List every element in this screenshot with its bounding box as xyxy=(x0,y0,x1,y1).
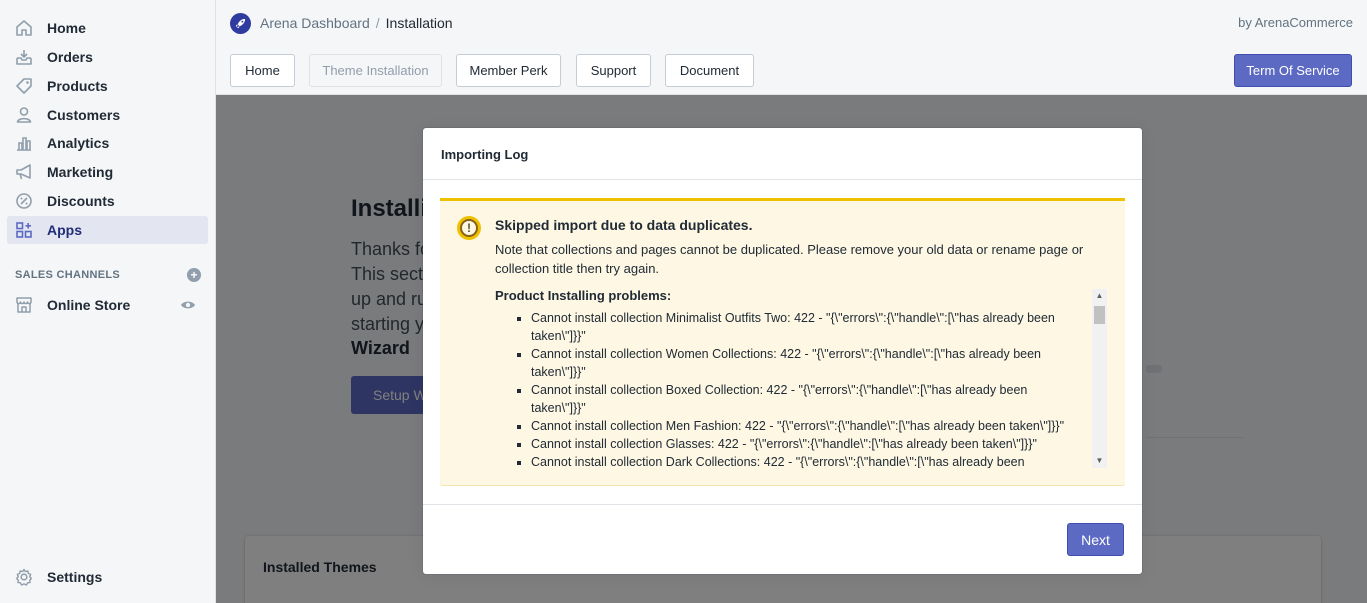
list-item: Cannot install collection Boxed Collecti… xyxy=(531,381,1065,417)
sidebar-item-label: Discounts xyxy=(47,193,115,209)
list-item: Cannot install collection Minimalist Out… xyxy=(531,309,1065,345)
sidebar-item-label: Orders xyxy=(47,49,93,65)
sidebar-item-label: Products xyxy=(47,78,108,94)
app-toolbar: Home Theme Installation Member Perk Supp… xyxy=(216,46,1367,95)
sidebar-item-apps[interactable]: Apps xyxy=(7,216,208,244)
problems-scrollbar[interactable]: ▲ ▼ xyxy=(1092,289,1107,468)
megaphone-icon xyxy=(14,162,34,182)
orders-icon xyxy=(14,47,34,67)
sidebar-item-analytics[interactable]: Analytics xyxy=(7,129,208,157)
sidebar-item-label: Settings xyxy=(47,569,103,585)
sales-channels-header: SALES CHANNELS + xyxy=(15,268,201,282)
banner-description: Note that collections and pages cannot b… xyxy=(495,242,1084,276)
term-of-service-button[interactable]: Term Of Service xyxy=(1234,54,1352,87)
member-perk-button[interactable]: Member Perk xyxy=(456,54,561,87)
sidebar-item-label: Customers xyxy=(47,107,121,123)
bar-chart-icon xyxy=(14,133,34,153)
add-sales-channel-icon[interactable]: + xyxy=(187,268,201,282)
scrollbar-thumb[interactable] xyxy=(1094,306,1105,324)
sidebar-item-settings[interactable]: Settings xyxy=(7,563,208,591)
modal-title: Importing Log xyxy=(441,147,529,162)
list-item: Cannot install collection Women Collecti… xyxy=(531,345,1065,381)
home-icon xyxy=(14,18,34,38)
sidebar-item-label: Home xyxy=(47,20,86,36)
sidebar-item-discounts[interactable]: Discounts xyxy=(7,187,208,215)
breadcrumb-app[interactable]: Arena Dashboard xyxy=(260,15,370,31)
support-button[interactable]: Support xyxy=(576,54,651,87)
theme-installation-button[interactable]: Theme Installation xyxy=(309,54,442,87)
sidebar-item-online-store[interactable]: Online Store xyxy=(7,291,208,319)
discount-icon xyxy=(14,191,34,211)
warning-icon: ! xyxy=(457,216,481,240)
person-icon xyxy=(14,105,34,125)
sidebar-item-label: Marketing xyxy=(47,164,114,180)
modal-header: Importing Log xyxy=(423,128,1142,180)
problems-title: Product Installing problems: xyxy=(495,288,672,303)
importing-log-modal: Importing Log ! Skipped import due to da… xyxy=(423,128,1142,574)
banner-title: Skipped import due to data duplicates. xyxy=(495,217,753,233)
list-item: Cannot install collection Men Fashion: 4… xyxy=(531,417,1065,435)
warning-mark: ! xyxy=(460,219,478,237)
scroll-down-icon[interactable]: ▼ xyxy=(1092,454,1107,468)
top-bar: Arena Dashboard / Installation by ArenaC… xyxy=(216,0,1367,46)
app-developer-text: by ArenaCommerce xyxy=(1238,15,1353,30)
scroll-up-icon[interactable]: ▲ xyxy=(1092,289,1107,303)
sidebar-item-label: Analytics xyxy=(47,135,110,151)
breadcrumb-page: Installation xyxy=(385,15,453,31)
list-item: Cannot install collection Dark Collectio… xyxy=(531,453,1065,468)
tag-icon xyxy=(14,76,34,96)
sidebar-item-customers[interactable]: Customers xyxy=(7,101,208,129)
document-button[interactable]: Document xyxy=(665,54,754,87)
breadcrumb-separator: / xyxy=(375,15,380,31)
gear-icon xyxy=(14,567,34,587)
sidebar-item-label: Apps xyxy=(47,222,82,238)
list-item: Cannot install collection Glasses: 422 -… xyxy=(531,435,1065,453)
next-button[interactable]: Next xyxy=(1067,523,1124,556)
sales-channels-title: SALES CHANNELS xyxy=(15,269,121,281)
modal-footer: Next xyxy=(423,504,1142,574)
sidebar-item-marketing[interactable]: Marketing xyxy=(7,158,208,186)
sidebar-item-label: Online Store xyxy=(47,297,131,313)
sidebar: Home Orders Products Customers Analytics… xyxy=(0,0,216,603)
rocket-logo-icon xyxy=(230,12,251,34)
eye-icon[interactable] xyxy=(180,297,196,316)
problems-log[interactable]: Product Installing problems: Cannot inst… xyxy=(495,288,1109,468)
sidebar-item-orders[interactable]: Orders xyxy=(7,43,208,71)
sidebar-item-home[interactable]: Home xyxy=(7,14,208,42)
sidebar-item-products[interactable]: Products xyxy=(7,72,208,100)
apps-icon xyxy=(14,220,34,240)
home-button[interactable]: Home xyxy=(230,54,295,87)
problems-list: Cannot install collection Minimalist Out… xyxy=(495,309,1065,468)
store-icon xyxy=(14,295,34,315)
warning-banner: ! Skipped import due to data duplicates.… xyxy=(440,198,1125,486)
